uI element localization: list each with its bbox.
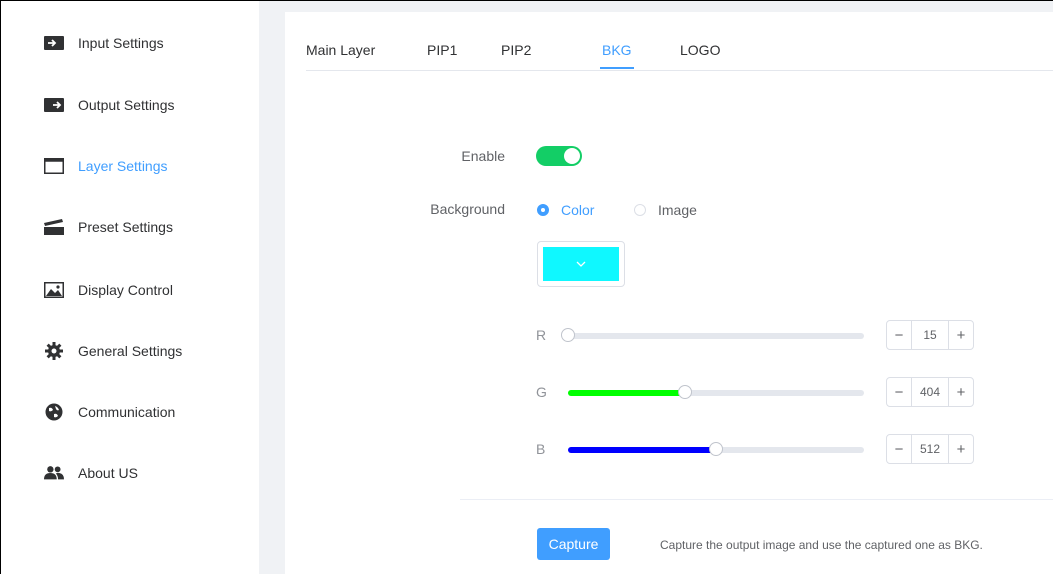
chevron-down-icon — [576, 261, 586, 267]
decrement-button[interactable]: − — [887, 321, 912, 349]
sidebar-item-label: Input Settings — [78, 35, 164, 51]
radio-unchecked-icon — [634, 204, 646, 216]
slider-label-b: B — [536, 441, 546, 457]
slider-g[interactable] — [568, 385, 864, 399]
slider-row-b: B − 512 + — [536, 434, 976, 464]
sidebar-item-communication[interactable]: Communication — [44, 400, 175, 424]
tab-pip2[interactable]: PIP2 — [501, 42, 531, 58]
slider-handle-g[interactable] — [678, 385, 692, 399]
slider-b[interactable] — [568, 442, 864, 456]
stepper-r: − 15 + — [886, 320, 974, 350]
sidebar-item-label: Display Control — [78, 282, 173, 298]
sidebar-item-output-settings[interactable]: Output Settings — [44, 93, 175, 117]
toggle-knob — [564, 148, 580, 164]
tab-bkg[interactable]: BKG — [602, 42, 632, 58]
increment-button[interactable]: + — [948, 378, 973, 406]
sidebar-item-label: Communication — [78, 404, 176, 420]
sidebar-item-label: General Settings — [78, 343, 183, 359]
output-icon — [44, 96, 64, 114]
slider-row-g: G − 404 + — [536, 377, 976, 407]
sidebar-item-display-control[interactable]: Display Control — [44, 278, 173, 302]
slider-label-r: R — [536, 327, 547, 343]
sidebar-item-general-settings[interactable]: General Settings — [44, 339, 182, 363]
decrement-button[interactable]: − — [887, 435, 912, 463]
capture-hint: Capture the output image and use the cap… — [660, 538, 983, 552]
tab-logo[interactable]: LOGO — [680, 42, 720, 58]
users-icon — [44, 464, 64, 482]
sidebar-item-label: Layer Settings — [78, 158, 168, 174]
increment-button[interactable]: + — [948, 435, 973, 463]
sidebar-item-preset-settings[interactable]: Preset Settings — [44, 215, 173, 239]
enable-label: Enable — [461, 148, 505, 164]
radio-image[interactable]: Image — [634, 202, 697, 218]
stepper-b: − 512 + — [886, 434, 974, 464]
slider-handle-r[interactable] — [561, 328, 575, 342]
sidebar-item-layer-settings[interactable]: Layer Settings — [44, 154, 168, 178]
color-picker[interactable] — [537, 241, 625, 287]
sidebar-item-label: Output Settings — [78, 97, 175, 113]
slider-row-r: R − 15 + — [536, 320, 976, 350]
sidebar-item-about-us[interactable]: About US — [44, 461, 138, 485]
tab-bar: Main Layer PIP1 PIP2 BKG LOGO — [306, 12, 1053, 71]
radio-color-label: Color — [561, 202, 595, 218]
slider-fill-g — [568, 390, 685, 396]
sidebar-item-label: About US — [78, 465, 138, 481]
gear-icon — [44, 342, 64, 360]
radio-checked-icon — [537, 204, 549, 216]
image-icon — [44, 281, 64, 299]
capture-button[interactable]: Capture — [537, 528, 610, 560]
input-icon — [44, 34, 64, 52]
divider — [460, 499, 1053, 500]
stepper-value-g[interactable]: 404 — [912, 385, 948, 399]
sidebar-item-input-settings[interactable]: Input Settings — [44, 31, 164, 55]
layer-window-icon — [44, 157, 64, 175]
tab-main-layer[interactable]: Main Layer — [306, 42, 375, 58]
decrement-button[interactable]: − — [887, 378, 912, 406]
increment-button[interactable]: + — [948, 321, 973, 349]
stepper-value-r[interactable]: 15 — [912, 328, 948, 342]
tab-pip1[interactable]: PIP1 — [427, 42, 457, 58]
background-label: Background — [430, 201, 505, 217]
globe-icon — [44, 403, 64, 421]
radio-image-label: Image — [658, 202, 697, 218]
slider-r[interactable] — [561, 328, 864, 342]
slider-label-g: G — [536, 384, 547, 400]
slider-handle-b[interactable] — [709, 442, 723, 456]
stepper-value-b[interactable]: 512 — [912, 442, 948, 456]
preset-clapper-icon — [44, 218, 64, 236]
stepper-g: − 404 + — [886, 377, 974, 407]
active-tab-indicator — [600, 67, 634, 69]
enable-toggle[interactable] — [536, 146, 582, 166]
slider-fill-b — [568, 447, 716, 453]
sidebar-item-label: Preset Settings — [78, 219, 173, 235]
color-swatch — [543, 247, 619, 281]
radio-color[interactable]: Color — [537, 202, 594, 218]
layer-settings-panel: Main Layer PIP1 PIP2 BKG LOGO Enable Bac… — [285, 12, 1053, 574]
sidebar: Input Settings Output Settings Layer Set… — [1, 1, 259, 574]
